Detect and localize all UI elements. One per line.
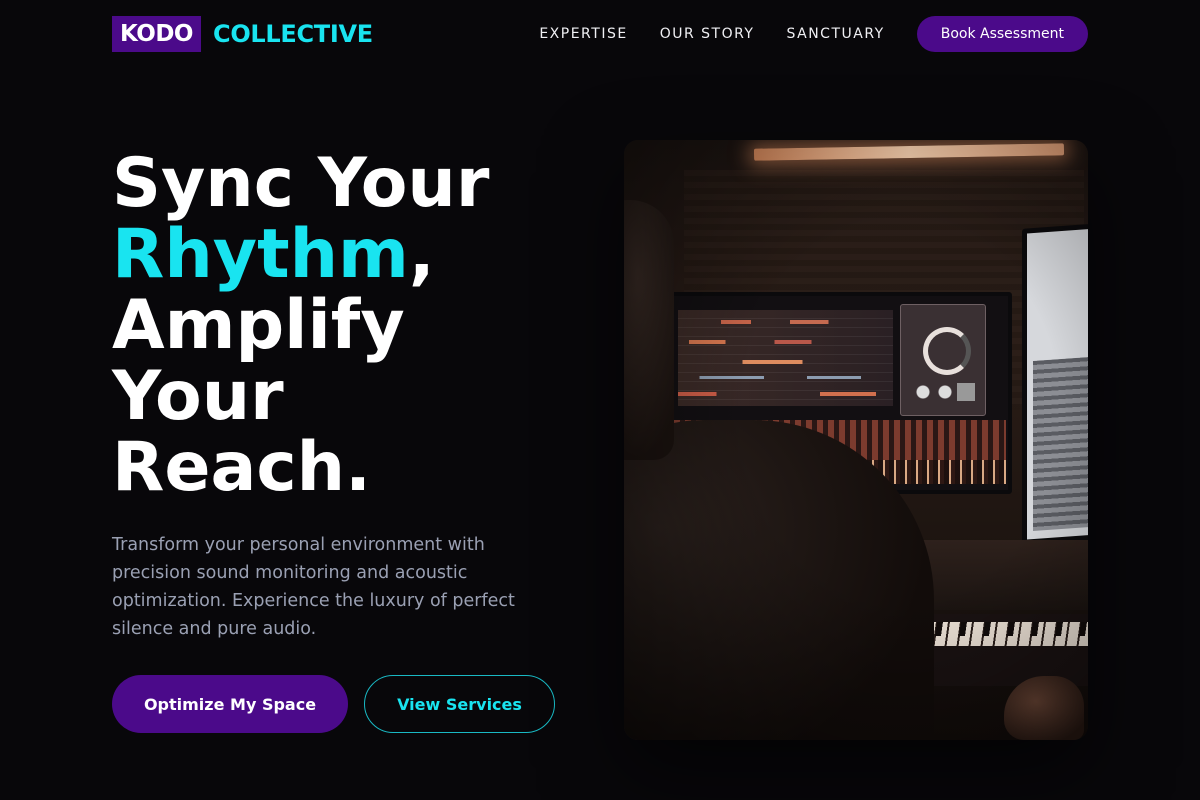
optimize-my-space-button[interactable]: Optimize My Space bbox=[112, 675, 348, 733]
top-nav: KODO COLLECTIVE EXPERTISE OUR STORY SANC… bbox=[112, 16, 1088, 52]
hero-description: Transform your personal environment with… bbox=[112, 535, 515, 639]
logo-wordmark: COLLECTIVE bbox=[213, 20, 373, 48]
view-services-button[interactable]: View Services bbox=[364, 675, 555, 733]
hero-title-line-4: Your bbox=[112, 357, 284, 436]
hero-title-comma: , bbox=[408, 215, 435, 294]
studio-hero-image bbox=[624, 140, 1088, 740]
logo-box: KODO bbox=[112, 16, 201, 52]
nav-link-expertise[interactable]: EXPERTISE bbox=[539, 26, 627, 42]
nav-link-our-story[interactable]: OUR STORY bbox=[660, 26, 755, 42]
image-vignette bbox=[624, 140, 1088, 740]
book-assessment-button[interactable]: Book Assessment bbox=[916, 16, 1088, 52]
hero-title-line-1: Sync Your bbox=[112, 144, 490, 223]
hero-title-line-2: Rhythm, bbox=[112, 219, 592, 290]
hero-title-line-3: Amplify bbox=[112, 286, 405, 365]
landing-page: KODO COLLECTIVE EXPERTISE OUR STORY SANC… bbox=[0, 0, 1200, 800]
hero-title-line-5: Reach. bbox=[112, 428, 371, 507]
nav-link-sanctuary[interactable]: SANCTUARY bbox=[786, 26, 884, 42]
brand-logo[interactable]: KODO COLLECTIVE bbox=[112, 16, 373, 52]
hero-title: Sync Your Rhythm, Amplify Your Reach. bbox=[112, 148, 592, 503]
hero-title-accent-word: Rhythm bbox=[112, 215, 409, 294]
nav-menu: EXPERTISE OUR STORY SANCTUARY Book Asses… bbox=[539, 16, 1088, 52]
